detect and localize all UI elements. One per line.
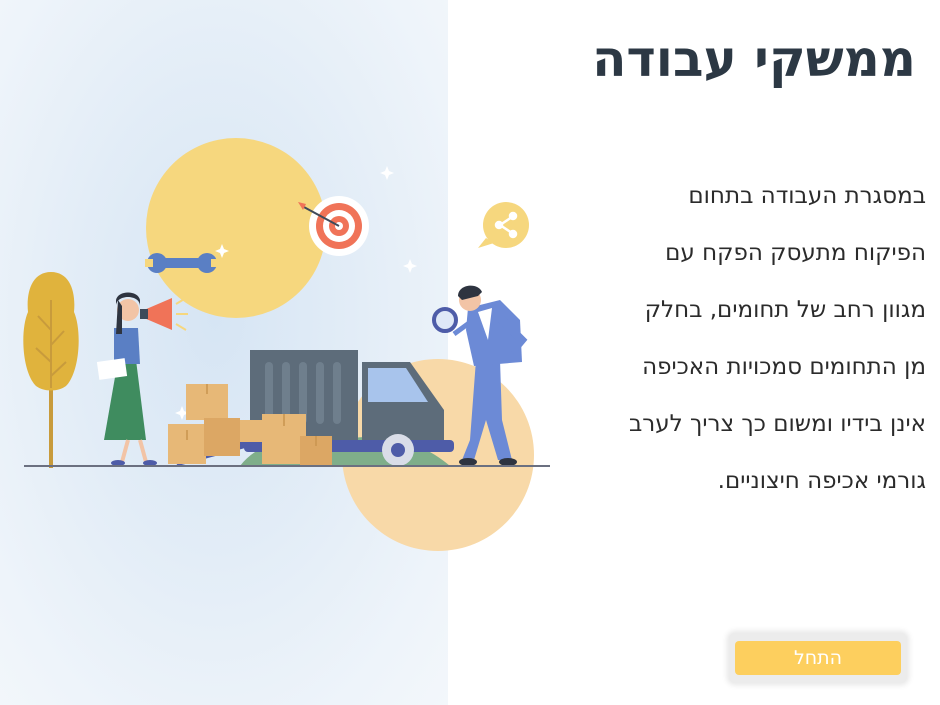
- body-line: מגוון רחב של תחומים, בחלק: [644, 297, 926, 323]
- start-button-frame: התחל: [729, 633, 907, 683]
- body-line: הפיקוח מתעסק הפקח עם: [665, 240, 926, 266]
- tree-icon: [23, 272, 79, 468]
- body-text: במסגרת העבודה בתחום הפיקוח מתעסק הפקח עם…: [596, 168, 926, 510]
- share-icon: [478, 202, 529, 248]
- page-title: ממשקי עבודה: [592, 30, 916, 88]
- megaphone-icon: [140, 297, 188, 331]
- illustration: [23, 138, 550, 551]
- start-button[interactable]: התחל: [735, 641, 901, 675]
- body-line: מן התחומים סמכויות האכיפה: [642, 354, 926, 380]
- body-line: אינן בידיו ומשום כך צריך לערב: [628, 411, 926, 437]
- body-line: גורמי אכיפה חיצוניים.: [717, 468, 926, 494]
- body-line: במסגרת העבודה בתחום: [688, 183, 926, 209]
- yellow-circle: [146, 138, 326, 318]
- slide: ממשקי עבודה במסגרת העבודה בתחום הפיקוח מ…: [0, 0, 940, 705]
